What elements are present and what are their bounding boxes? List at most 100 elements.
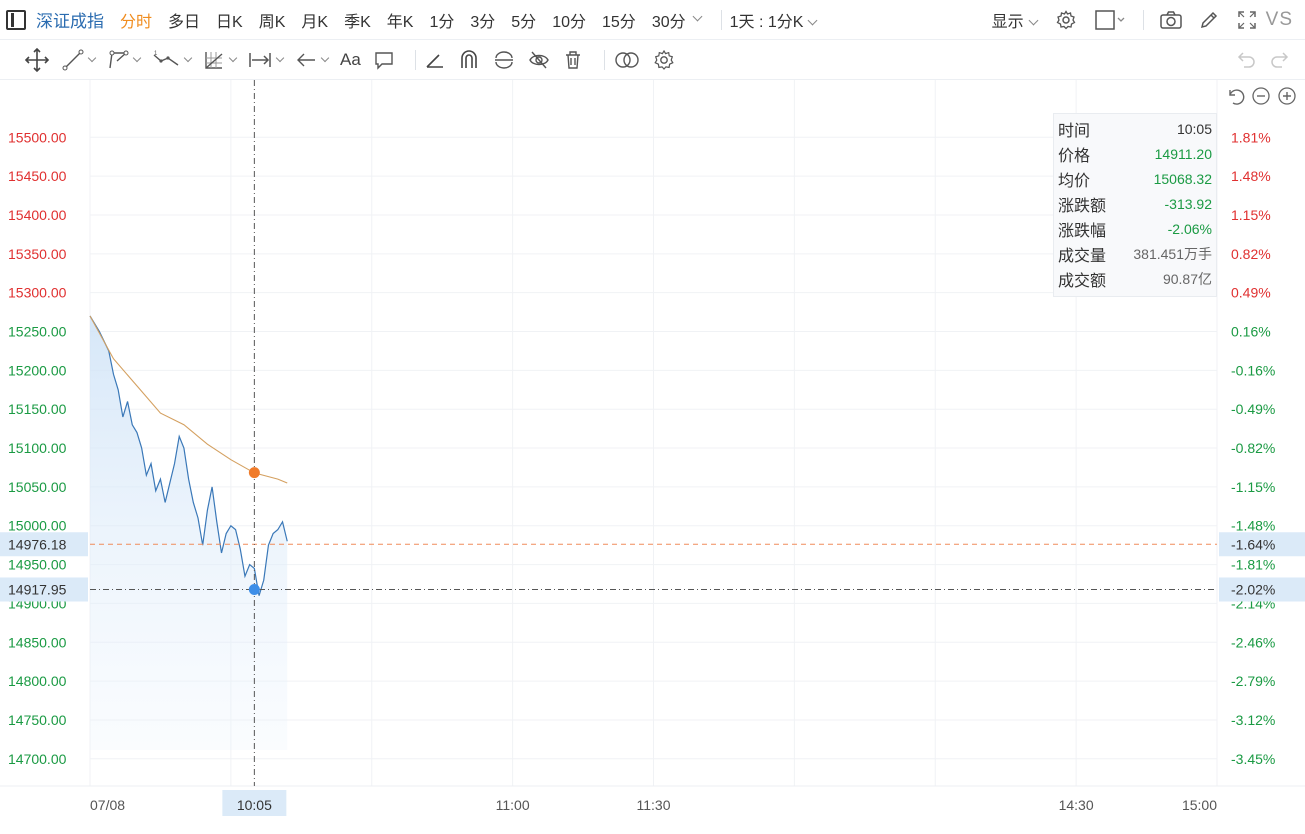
info-label: 均价 [1058,172,1091,190]
pct-tick-label: -2.79% [1231,673,1275,689]
period-tab-5[interactable]: 季K [344,8,371,32]
price-tick-label: 15400.00 [8,207,67,223]
layout-square-icon[interactable] [1093,9,1127,31]
pct-tick-label: 1.15% [1231,207,1271,223]
period-tab-1[interactable]: 多日 [168,8,200,32]
trend-line-icon [62,49,84,70]
hide-drawings-tool[interactable] [528,47,550,73]
undo-icon[interactable] [1235,48,1257,70]
sync-drawings-tool[interactable] [492,47,516,73]
polyline-tool[interactable] [107,47,142,73]
timeframe-select[interactable]: 1天 : 1分K [730,8,818,32]
price-tick-label: 15200.00 [8,362,67,378]
toolbar-divider [1142,10,1144,30]
price-tick-label: 15000.00 [8,518,67,534]
drawing-toolbar: 1 Aa [0,40,1305,80]
settings-gear-icon[interactable] [1055,9,1077,31]
pct-tick-label: -1.15% [1231,479,1275,495]
price-tick-label: 14700.00 [8,751,67,767]
period-tab-8[interactable]: 3分 [470,8,495,32]
display-menu-button[interactable]: 显示 [992,8,1039,32]
toolbar-divider [603,49,605,70]
pct-tick-label: -3.45% [1231,751,1275,767]
period-tab-2[interactable]: 日K [216,8,243,32]
toolbar-right: 显示 VS [992,0,1305,40]
price-tick-label: 14850.00 [8,634,67,650]
info-label: 涨跌幅 [1058,222,1107,240]
info-value: 10:05 [1176,120,1212,137]
period-tab-3[interactable]: 周K [259,8,286,32]
text-tool[interactable]: Aa [340,47,361,73]
pct-tick-label: -2.46% [1231,634,1275,650]
price-tick-label: 15300.00 [8,285,67,301]
compare-vs-button[interactable]: VS [1266,9,1293,31]
cursor-time-label: 10:05 [237,797,272,813]
info-label: 价格 [1058,147,1091,165]
pct-tick-label: 0.16% [1231,324,1271,340]
angle-icon [426,53,443,68]
pct-tick-label: -0.16% [1231,362,1275,378]
magnet-icon [460,49,477,68]
chevron-down-icon [132,53,142,62]
time-tick-label: 15:00 [1182,797,1217,813]
sidebar-toggle-icon[interactable] [6,9,26,30]
info-row: 价格 14911.20 [1058,141,1212,166]
polyline-icon [109,50,129,68]
info-row: 均价 15068.32 [1058,166,1212,191]
measure-range-tool[interactable] [248,47,285,73]
period-tab-12[interactable]: 30分 [652,8,686,32]
period-tab-10[interactable]: 10分 [552,8,586,32]
drawing-settings-tool[interactable] [653,47,675,73]
fib-grid-icon [205,51,223,69]
period-tab-11[interactable]: 15分 [602,8,636,32]
time-tick-label: 07/08 [90,797,125,813]
chevron-down-icon [1028,15,1039,26]
fibonacci-grid-tool[interactable] [203,47,238,73]
chevron-down-icon [275,53,285,62]
info-label: 涨跌额 [1058,197,1107,215]
pct-tick-label: -0.49% [1231,401,1275,417]
chevron-down-icon [807,15,818,25]
measure-icon [249,52,271,67]
delete-drawings-tool[interactable] [562,47,584,73]
fullscreen-icon[interactable] [1236,9,1258,31]
pencil-icon[interactable] [1198,9,1220,31]
period-tab-6[interactable]: 年K [387,8,414,32]
period-tab-4[interactable]: 月K [301,8,328,32]
info-value: 90.87亿 [1162,270,1212,287]
camera-icon[interactable] [1159,9,1182,31]
overlay-compare-tool[interactable] [613,47,641,73]
price-crosshair-dot [248,583,260,595]
price-tick-label: 15450.00 [8,168,67,184]
price-tick-label: 14950.00 [8,557,67,573]
chevron-down-icon [87,53,97,62]
wave-pattern-icon: 1 [153,51,179,66]
toolbar-divider [720,9,722,30]
redo-icon[interactable] [1269,48,1291,70]
period-tab-0[interactable]: 分时 [120,8,152,32]
magnet-tool[interactable] [458,47,480,73]
angle-tool[interactable] [424,47,446,73]
symbol-name[interactable]: 深证成指 [36,7,104,32]
time-tick-label: 14:30 [1059,797,1094,813]
info-row: 涨跌幅 -2.06% [1058,216,1212,241]
arrow-tool[interactable] [295,47,330,73]
comment-tool[interactable] [373,47,395,73]
pct-tick-label: -3.12% [1231,712,1275,728]
trend-line-tool[interactable] [62,47,97,73]
pct-tick-label: 0.49% [1231,285,1271,301]
price-tick-label: 15100.00 [8,440,67,456]
period-toolbar: 深证成指 分时 多日 日K 周K 月K 季K 年K 1分 3分 5分 10分 15分 30分 1天 : … [0,0,1305,40]
cursor-pct-label: -2.02% [1231,581,1275,597]
wave-pattern-tool[interactable]: 1 [152,47,193,73]
chevron-down-icon [183,53,193,62]
move-cross-icon[interactable] [24,47,50,73]
price-tick-label: 14800.00 [8,673,67,689]
price-tick-label: 15050.00 [8,479,67,495]
period-tab-7[interactable]: 1分 [429,8,454,32]
price-tick-label: 15250.00 [8,324,67,340]
undo-redo-group [1235,48,1291,70]
info-label: 成交量 [1058,247,1107,265]
period-tab-9[interactable]: 5分 [511,8,536,32]
chevron-down-icon [228,53,238,62]
